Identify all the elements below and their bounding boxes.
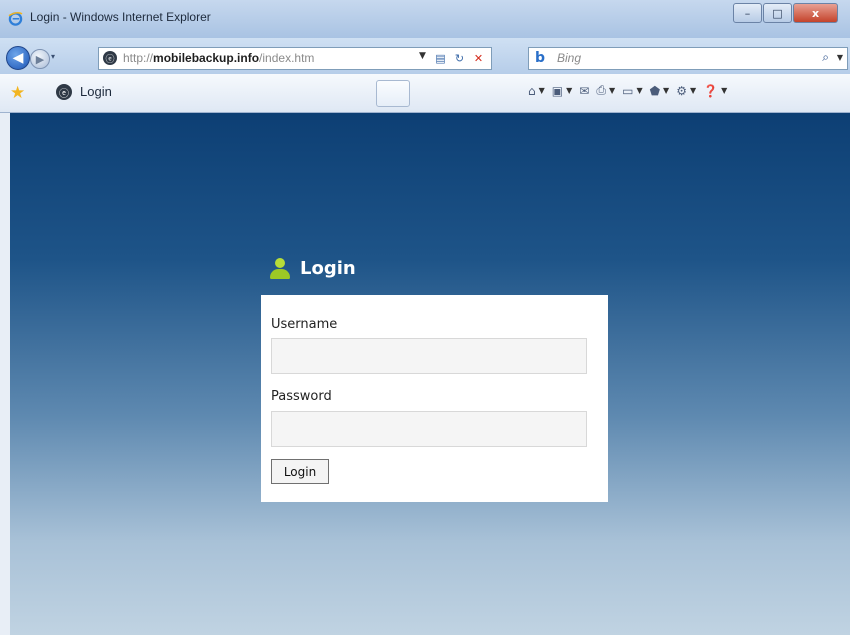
page-title: Login	[300, 257, 356, 279]
search-box[interactable]: b Bing ⌕ ▼	[528, 47, 848, 70]
address-url[interactable]: http://mobilebackup.info/index.htm	[123, 51, 314, 65]
login-button[interactable]: Login	[271, 459, 329, 484]
refresh-icon[interactable]: ↻	[452, 51, 467, 65]
minimize-icon: –	[744, 6, 751, 20]
tools-icon: ⚙	[676, 83, 687, 98]
address-bar[interactable]: ⓔ http://mobilebackup.info/index.htm ▼ ▤…	[98, 47, 492, 70]
safety-menu-button[interactable]: ⬟ ▼	[650, 84, 670, 98]
tab-label: Login	[80, 84, 112, 99]
back-button[interactable]: ◀	[6, 46, 30, 70]
user-icon	[269, 257, 291, 279]
home-button[interactable]: ⌂ ▼	[528, 84, 545, 98]
navigation-bar: ◀ ▶ ▾ ⓔ http://mobilebackup.info/index.h…	[0, 38, 850, 74]
page-menu-button[interactable]: ▭ ▼	[622, 84, 643, 98]
new-tab-button[interactable]	[376, 80, 410, 107]
page-content: Login Username Password Login	[10, 113, 850, 635]
username-field[interactable]	[271, 338, 587, 374]
search-placeholder: Bing	[557, 51, 582, 65]
page-icon: ▭	[622, 83, 634, 98]
home-icon: ⌂	[528, 83, 536, 98]
mail-button[interactable]: ✉	[579, 84, 589, 98]
help-menu-button[interactable]: ❓ ▼	[703, 84, 727, 98]
minimize-button[interactable]: –	[733, 3, 762, 23]
print-button[interactable]: ⎙ ▼	[596, 83, 615, 98]
tab-login[interactable]: ⓔ Login	[50, 80, 408, 105]
help-icon: ❓	[703, 83, 719, 98]
tab-bar: ★ ⓔ Login ⌂ ▼ ▣ ▼ ✉ ⎙ ▼ ▭ ▼ ⬟ ▼ ⚙ ▼ ❓ ▼	[0, 74, 850, 113]
search-options-dropdown-icon[interactable]: ▼	[837, 53, 843, 62]
recent-pages-dropdown[interactable]: ▾	[51, 52, 55, 61]
print-icon: ⎙	[596, 83, 606, 97]
title-bar: Login - Windows Internet Explorer – □ x	[0, 0, 850, 38]
feeds-icon: ▣	[551, 83, 564, 98]
password-field[interactable]	[271, 411, 587, 447]
command-bar: ⌂ ▼ ▣ ▼ ✉ ⎙ ▼ ▭ ▼ ⬟ ▼ ⚙ ▼ ❓ ▼	[528, 83, 734, 98]
window-left-border	[0, 113, 10, 635]
bing-logo-icon: b	[535, 50, 546, 66]
back-arrow-icon: ◀	[12, 50, 24, 66]
maximize-button[interactable]: □	[763, 3, 792, 23]
tools-menu-button[interactable]: ⚙ ▼	[676, 84, 696, 98]
stop-icon[interactable]: ✕	[471, 51, 486, 65]
compatibility-view-icon[interactable]: ▤	[433, 51, 448, 65]
forward-arrow-icon: ▶	[35, 52, 45, 66]
ie-logo-icon	[8, 12, 23, 26]
address-dropdown-icon[interactable]: ▼	[419, 51, 426, 61]
search-icon[interactable]: ⌕	[822, 50, 829, 65]
mail-icon: ✉	[579, 83, 590, 98]
safety-icon: ⬟	[649, 83, 661, 98]
login-form: Username Password Login	[261, 295, 608, 502]
site-icon: ⓔ	[56, 84, 72, 100]
close-icon: x	[811, 6, 820, 20]
window-title: Login - Windows Internet Explorer	[30, 10, 211, 24]
close-button[interactable]: x	[793, 3, 838, 23]
feeds-button[interactable]: ▣ ▼	[552, 84, 573, 98]
username-label: Username	[271, 317, 338, 332]
site-icon: ⓔ	[103, 51, 117, 65]
forward-button[interactable]: ▶	[30, 49, 50, 69]
login-title: Login	[269, 257, 356, 279]
password-label: Password	[271, 389, 332, 404]
maximize-icon: □	[772, 6, 783, 20]
star-icon[interactable]: ★	[10, 83, 25, 103]
